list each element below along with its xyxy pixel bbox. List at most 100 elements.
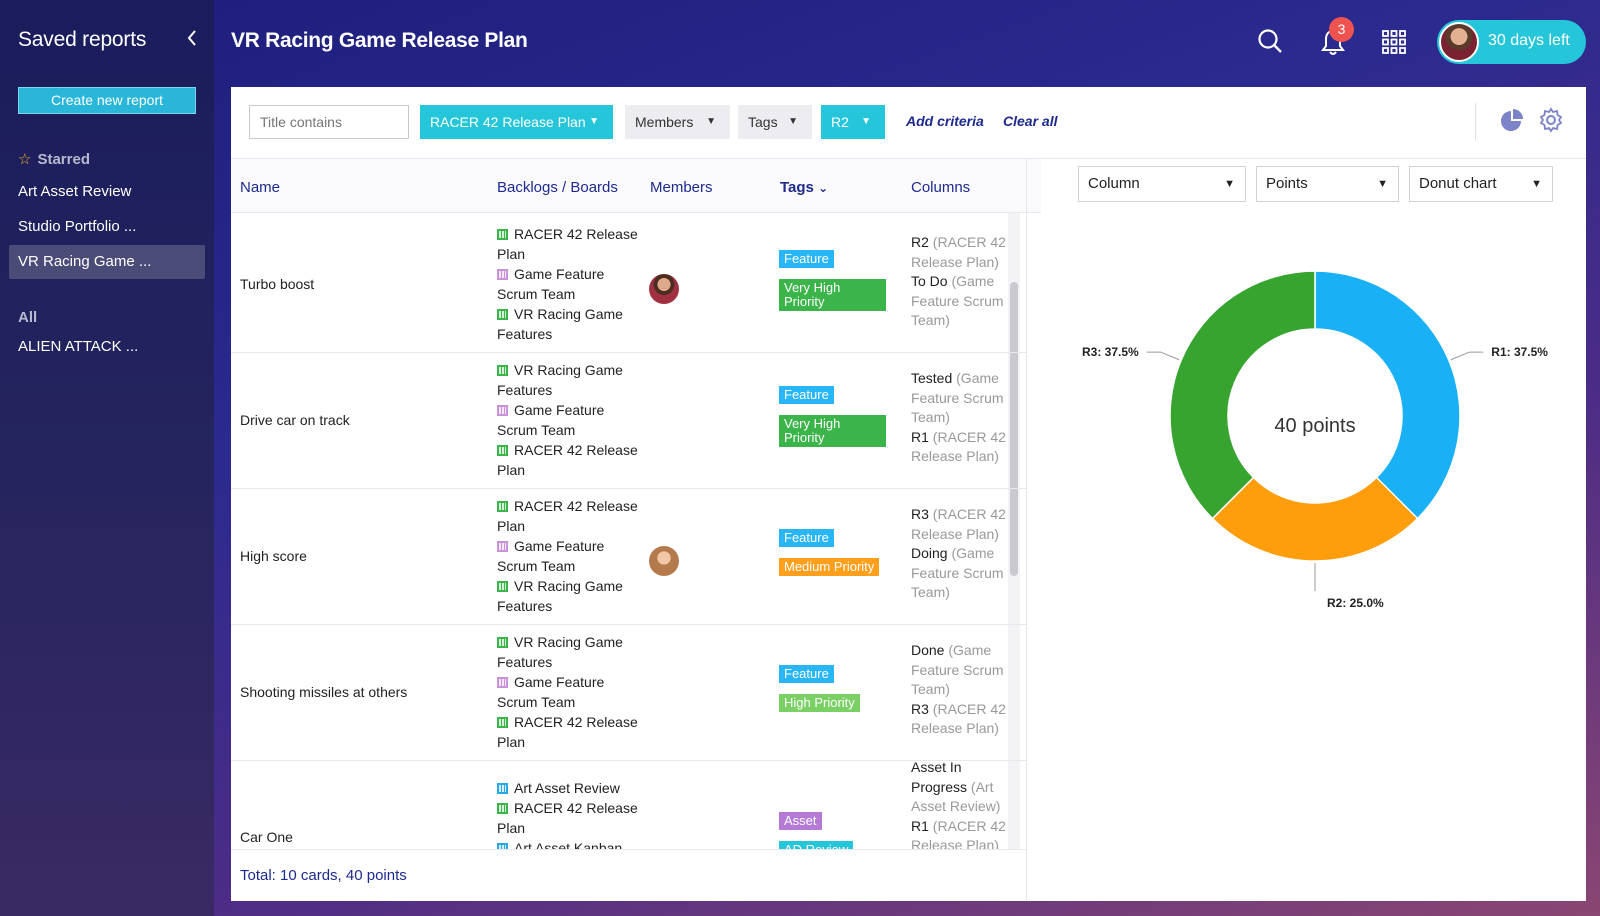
caret-down-icon: ▼ bbox=[706, 116, 716, 127]
table-row[interactable]: Car One Art Asset Review RACER 42 Releas… bbox=[231, 758, 1026, 849]
card-boards: VR Racing Game Features Game Feature Scr… bbox=[497, 632, 645, 752]
group-by-select[interactable]: Column ▼ bbox=[1078, 166, 1246, 202]
card-name[interactable]: Car One bbox=[240, 829, 293, 845]
sidebar-item-alien-attack[interactable]: ALIEN ATTACK ... bbox=[18, 338, 138, 355]
all-section-label: All bbox=[18, 309, 38, 326]
chart-type-select[interactable]: Donut chart ▼ bbox=[1409, 166, 1553, 202]
tag-feature: Feature bbox=[779, 386, 834, 404]
leader-line-r1 bbox=[1450, 351, 1484, 361]
column-name: R1 bbox=[911, 428, 929, 445]
board-item: RACER 42 Release Plan bbox=[497, 224, 645, 264]
sidebar: Saved reports Create new report ☆ Starred… bbox=[0, 0, 214, 916]
plan-filter-label: RACER 42 Release Plan bbox=[430, 114, 586, 130]
settings-gear-icon[interactable] bbox=[1538, 107, 1564, 138]
title-contains-input[interactable] bbox=[249, 105, 409, 139]
header-tags-label: Tags bbox=[780, 179, 814, 196]
leader-line-r3 bbox=[1146, 351, 1180, 361]
header-columns[interactable]: Columns bbox=[911, 179, 970, 196]
star-icon: ☆ bbox=[18, 151, 32, 168]
donut-slice-r3[interactable] bbox=[1169, 270, 1316, 520]
clear-all-link[interactable]: Clear all bbox=[1003, 113, 1057, 129]
card-columns: R3 (RACER 42 Release Plan) Doing (Game F… bbox=[911, 505, 1011, 603]
tag-priority: Very High Priority bbox=[779, 415, 886, 447]
measure-value: Points bbox=[1266, 175, 1308, 192]
card-name[interactable]: Drive car on track bbox=[240, 412, 350, 428]
tag-review: AD Review bbox=[779, 841, 854, 849]
tags-filter-label: Tags bbox=[748, 114, 778, 130]
total-summary: Total: 10 cards, 40 points bbox=[240, 867, 407, 884]
column-name: R1 bbox=[911, 817, 929, 834]
search-icon[interactable] bbox=[1257, 28, 1283, 59]
notification-badge: 3 bbox=[1329, 17, 1354, 42]
cards-table: Name Backlogs / Boards Members Tags ⌄ Co… bbox=[231, 159, 1041, 901]
tags-filter-dropdown[interactable]: Tags ▼ bbox=[738, 105, 812, 139]
chevron-down-icon: ⌄ bbox=[818, 181, 829, 195]
collapse-sidebar-icon[interactable] bbox=[186, 29, 198, 52]
members-filter-label: Members bbox=[635, 114, 694, 130]
chart-type-value: Donut chart bbox=[1419, 175, 1497, 192]
measure-select[interactable]: Points ▼ bbox=[1256, 166, 1399, 202]
sidebar-item-studio-portfolio[interactable]: Studio Portfolio ... bbox=[18, 218, 136, 235]
header-members[interactable]: Members bbox=[650, 179, 713, 196]
board-icon bbox=[497, 677, 508, 688]
card-columns: Asset In Progress (Art Asset Review) R1 … bbox=[911, 758, 1011, 849]
board-label: VR Racing Game Features bbox=[497, 578, 623, 614]
board-icon bbox=[497, 229, 508, 240]
column-filter-dropdown[interactable]: R2 ▼ bbox=[821, 105, 885, 139]
header-tags[interactable]: Tags ⌄ bbox=[780, 179, 828, 196]
board-label: RACER 42 Release Plan bbox=[497, 714, 638, 750]
caret-down-icon: ▼ bbox=[1224, 178, 1235, 190]
sidebar-item-art-asset-review[interactable]: Art Asset Review bbox=[18, 183, 131, 200]
avatar bbox=[1439, 22, 1479, 62]
column-name: Done bbox=[911, 642, 945, 658]
create-new-report-button[interactable]: Create new report bbox=[18, 87, 196, 114]
board-item: Game Feature Scrum Team bbox=[497, 672, 645, 712]
plan-filter-dropdown[interactable]: RACER 42 Release Plan ▼ bbox=[420, 105, 613, 139]
board-item: Art Asset Kanban bbox=[497, 838, 645, 849]
donut-chart: R1: 37.5% R2: 25.0% R3: 37.5% 40 points bbox=[1082, 270, 1548, 610]
pie-chart-icon[interactable] bbox=[1499, 108, 1525, 139]
board-label: RACER 42 Release Plan bbox=[497, 498, 638, 534]
member-avatar[interactable] bbox=[649, 274, 679, 304]
table-row[interactable]: High score RACER 42 Release Plan Game Fe… bbox=[231, 486, 1026, 625]
tag-feature: Feature bbox=[779, 665, 834, 683]
caret-down-icon: ▼ bbox=[1531, 178, 1542, 190]
card-columns: Done (Game Feature Scrum Team) R3 (RACER… bbox=[911, 641, 1011, 739]
tag-feature: Feature bbox=[779, 529, 834, 547]
board-label: Game Feature Scrum Team bbox=[497, 266, 605, 302]
header-boards[interactable]: Backlogs / Boards bbox=[497, 179, 618, 196]
board-label: Game Feature Scrum Team bbox=[497, 538, 605, 574]
board-icon bbox=[497, 269, 508, 280]
board-label: VR Racing Game Features bbox=[497, 634, 623, 670]
trial-account-button[interactable]: 30 days left bbox=[1437, 20, 1586, 64]
table-footer: Total: 10 cards, 40 points bbox=[231, 849, 1026, 901]
caret-down-icon: ▼ bbox=[1377, 178, 1388, 190]
header-name[interactable]: Name bbox=[240, 179, 280, 196]
slice-label-r2: R2: 25.0% bbox=[1327, 596, 1384, 610]
table-row[interactable]: Shooting missiles at others VR Racing Ga… bbox=[231, 622, 1026, 761]
slice-label-r1: R1: 37.5% bbox=[1491, 345, 1548, 359]
sidebar-item-vr-racing-game[interactable]: VR Racing Game ... bbox=[9, 245, 205, 279]
table-row[interactable]: Drive car on track VR Racing Game Featur… bbox=[231, 350, 1026, 489]
member-avatar[interactable] bbox=[649, 546, 679, 576]
donut-slice-r1[interactable] bbox=[1314, 270, 1461, 520]
apps-grid-icon[interactable] bbox=[1382, 30, 1406, 59]
board-label: Game Feature Scrum Team bbox=[497, 674, 605, 710]
card-boards: Art Asset Review RACER 42 Release Plan A… bbox=[497, 778, 645, 849]
board-label: Art Asset Review bbox=[514, 780, 620, 796]
sidebar-header: Saved reports bbox=[18, 28, 198, 52]
group-by-value: Column bbox=[1088, 175, 1140, 192]
table-row[interactable]: Turbo boost RACER 42 Release Plan Game F… bbox=[231, 214, 1026, 353]
card-columns: R2 (RACER 42 Release Plan) To Do (Game F… bbox=[911, 233, 1011, 331]
board-item: RACER 42 Release Plan bbox=[497, 798, 645, 838]
card-name[interactable]: Turbo boost bbox=[240, 276, 314, 292]
donut-slice-r2[interactable] bbox=[1211, 476, 1419, 562]
starred-label: Starred bbox=[37, 151, 90, 168]
column-name: Doing bbox=[911, 545, 948, 562]
members-filter-dropdown[interactable]: Members ▼ bbox=[625, 105, 730, 139]
add-criteria-link[interactable]: Add criteria bbox=[906, 113, 984, 129]
sidebar-title: Saved reports bbox=[18, 28, 147, 51]
card-name[interactable]: High score bbox=[240, 548, 307, 564]
filter-bar: RACER 42 Release Plan ▼ Members ▼ Tags ▼… bbox=[231, 87, 1586, 159]
card-name[interactable]: Shooting missiles at others bbox=[240, 684, 407, 700]
